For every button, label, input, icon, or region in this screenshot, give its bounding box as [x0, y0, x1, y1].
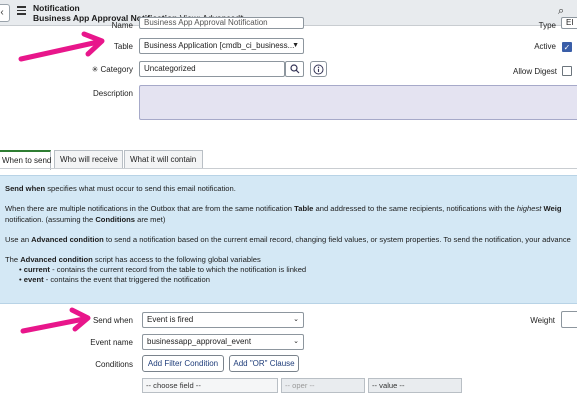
table-select[interactable]: Business Application [cmdb_ci_business..… — [139, 38, 304, 54]
tab-who-will-receive[interactable]: Who will receive — [54, 150, 123, 169]
info-icon[interactable] — [310, 61, 327, 77]
add-filter-condition-button[interactable]: Add Filter Condition — [142, 355, 224, 372]
tab-divider — [0, 168, 577, 169]
active-checkbox[interactable]: ✓ — [562, 42, 572, 52]
info-line-4: Use an Advanced condition to send a noti… — [5, 235, 571, 244]
info-bullet-event: • event - contains the event that trigge… — [19, 275, 210, 284]
type-select[interactable]: EI — [561, 17, 577, 29]
info-bullet-current: • current - contains the current record … — [19, 265, 307, 274]
category-label: Category — [100, 65, 133, 74]
tab-what-it-will-contain[interactable]: What it will contain — [124, 150, 203, 169]
add-or-clause-button[interactable]: Add "OR" Clause — [229, 355, 299, 372]
weight-label: Weight — [530, 316, 555, 325]
send-when-select[interactable]: Event is fired ⌄ — [142, 312, 304, 328]
chevron-down-icon: ⌄ — [293, 316, 299, 323]
description-textarea[interactable] — [139, 85, 577, 120]
info-line-2: When there are multiple notifications in… — [5, 204, 562, 213]
choose-field-select[interactable]: -- choose field -- — [142, 378, 278, 393]
tab-when-to-send[interactable]: When to send — [0, 150, 51, 170]
search-icon[interactable] — [285, 61, 304, 77]
event-name-value: businessapp_approval_event — [147, 337, 252, 346]
name-label: Name — [111, 21, 133, 30]
back-button[interactable]: ‹ — [0, 4, 10, 22]
required-icon: ✳ — [91, 65, 99, 74]
send-when-value: Event is fired — [147, 315, 194, 324]
description-label: Description — [92, 89, 133, 98]
type-label: Type — [538, 21, 556, 30]
operator-select[interactable]: -- oper -- — [281, 378, 365, 393]
hamburger-menu-icon[interactable] — [17, 6, 26, 16]
active-label: Active — [534, 42, 556, 51]
annotation-arrow-table — [18, 31, 105, 62]
conditions-label: Conditions — [95, 360, 133, 369]
info-line-5: The Advanced condition script has access… — [5, 255, 261, 264]
chevron-down-icon: ⌄ — [293, 338, 299, 345]
chevron-left-icon: ‹ — [0, 7, 4, 18]
record-type-title: Notification — [33, 3, 80, 13]
name-field[interactable]: Business App Approval Notification — [139, 17, 304, 29]
value-input[interactable]: -- value -- — [368, 378, 462, 393]
event-name-select[interactable]: businessapp_approval_event ⌄ — [142, 334, 304, 350]
allow-digest-checkbox[interactable] — [562, 66, 572, 76]
event-name-label: Event name — [90, 338, 133, 347]
category-label-wrap: ✳ Category — [86, 65, 133, 74]
allow-digest-label: Allow Digest — [512, 67, 557, 76]
info-box: Send when specifies what must occur to s… — [0, 175, 577, 304]
chevron-down-icon: ▼ — [292, 42, 299, 49]
info-line-3: notification. (assuming the Conditions a… — [5, 215, 166, 224]
category-select[interactable]: Uncategorized — [139, 61, 285, 77]
weight-input[interactable] — [561, 311, 577, 328]
info-line-1: Send when specifies what must occur to s… — [5, 184, 236, 193]
table-select-value: Business Application [cmdb_ci_business..… — [144, 41, 295, 50]
send-when-label: Send when — [92, 316, 133, 325]
